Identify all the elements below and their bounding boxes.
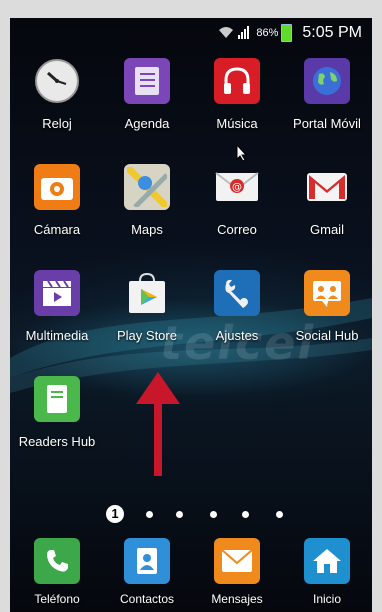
app-agenda[interactable]: Agenda xyxy=(102,58,192,131)
app-readers-hub[interactable]: Readers Hub xyxy=(12,376,102,449)
app-label: Gmail xyxy=(310,222,344,237)
app-social-hub[interactable]: Social Hub xyxy=(282,270,372,343)
battery-percent: 86% xyxy=(256,27,279,39)
phone-icon xyxy=(34,538,80,584)
wifi-icon xyxy=(218,25,234,42)
app-maps[interactable]: Maps xyxy=(102,164,192,237)
app-label: Cámara xyxy=(33,222,81,237)
gmail-icon xyxy=(304,164,350,210)
app-label: Multimedia xyxy=(25,328,89,343)
home-icon xyxy=(304,538,350,584)
page-indicator-current[interactable]: 1 xyxy=(106,505,124,523)
app-label: Agenda xyxy=(124,116,170,131)
app-ajustes[interactable]: Ajustes xyxy=(192,270,282,343)
dock-inicio[interactable]: Inicio xyxy=(282,538,372,606)
red-arrow-annotation xyxy=(136,372,180,476)
app-label: Maps xyxy=(131,222,163,237)
status-time: 5:05 PM xyxy=(302,24,362,41)
app-label: Play Store xyxy=(117,328,177,343)
app-label: Social Hub xyxy=(295,328,359,343)
page-dot[interactable] xyxy=(210,511,217,518)
dock-contactos[interactable]: Contactos xyxy=(102,538,192,606)
mouse-cursor-icon xyxy=(236,144,248,162)
camera-icon xyxy=(34,164,80,210)
agenda-icon xyxy=(124,58,170,104)
app-label: Readers Hub xyxy=(18,434,96,449)
dock-mensajes[interactable]: Mensajes xyxy=(192,538,282,606)
app-label: Teléfono xyxy=(34,592,80,606)
app-musica[interactable]: Música xyxy=(192,58,282,131)
page-dot[interactable] xyxy=(176,511,183,518)
page-dot[interactable] xyxy=(242,511,249,518)
dock-telefono[interactable]: Teléfono xyxy=(12,538,102,606)
page-dot[interactable] xyxy=(276,511,283,518)
app-label: Ajustes xyxy=(215,328,259,343)
app-reloj[interactable]: Reloj xyxy=(12,58,102,131)
app-portal-movil[interactable]: Portal Móvil xyxy=(282,58,372,131)
app-label: Portal Móvil xyxy=(293,116,361,131)
clock-icon xyxy=(34,58,80,104)
social-hub-icon xyxy=(304,270,350,316)
email-icon: @ xyxy=(214,164,260,210)
headphones-icon xyxy=(214,58,260,104)
globe-icon xyxy=(304,58,350,104)
app-label: Correo xyxy=(217,222,257,237)
signal-icon xyxy=(238,25,252,42)
page-dot[interactable] xyxy=(146,511,153,518)
map-icon xyxy=(124,164,170,210)
app-label: Música xyxy=(216,116,258,131)
clapperboard-icon xyxy=(34,270,80,316)
contacts-icon xyxy=(124,538,170,584)
app-label: Contactos xyxy=(119,592,175,606)
app-label: Mensajes xyxy=(211,592,263,606)
book-icon xyxy=(34,376,80,422)
battery-icon xyxy=(281,24,293,42)
app-gmail[interactable]: Gmail xyxy=(282,164,372,237)
app-correo[interactable]: @ Correo xyxy=(192,164,282,237)
play-store-icon xyxy=(124,270,170,316)
phone-screen: telcel 86% 5:05 PM Reloj Agenda Música P… xyxy=(10,18,372,612)
app-label: Inicio xyxy=(312,592,341,606)
page-indicator[interactable]: 1 xyxy=(10,502,372,526)
svg-text:@: @ xyxy=(232,182,242,193)
app-camara[interactable]: Cámara xyxy=(12,164,102,237)
app-play-store[interactable]: Play Store xyxy=(102,270,192,343)
wrench-icon xyxy=(214,270,260,316)
app-multimedia[interactable]: Multimedia xyxy=(12,270,102,343)
status-bar: 86% 5:05 PM xyxy=(10,18,372,48)
app-label: Reloj xyxy=(42,116,72,131)
envelope-icon xyxy=(214,538,260,584)
